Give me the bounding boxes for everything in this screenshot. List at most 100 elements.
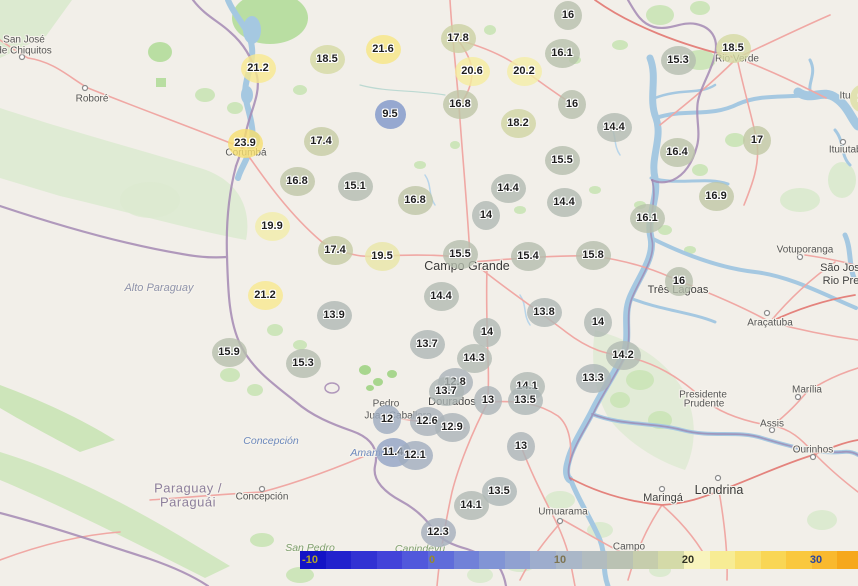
colorbar-segment bbox=[658, 551, 684, 569]
colorbar-segment bbox=[837, 551, 858, 569]
temp-marker[interactable]: 18.5 bbox=[309, 44, 345, 74]
temp-marker[interactable]: 18.2 bbox=[500, 108, 536, 138]
temp-marker[interactable]: 16.8 bbox=[442, 89, 478, 119]
map-label: Itu bbox=[839, 90, 851, 102]
colorbar-tick: 10 bbox=[553, 554, 567, 566]
temp-marker[interactable]: 12 bbox=[373, 404, 401, 434]
temp-marker[interactable]: 13 bbox=[507, 431, 535, 461]
temp-marker[interactable]: 17.8 bbox=[440, 23, 476, 53]
temp-marker[interactable]: 14.4 bbox=[490, 173, 526, 203]
temp-marker[interactable]: 14 bbox=[584, 307, 612, 337]
temperature-colorbar bbox=[300, 551, 858, 569]
colorbar-segment bbox=[376, 551, 403, 569]
temp-marker[interactable]: 16 bbox=[558, 89, 586, 119]
temp-marker[interactable]: 14.2 bbox=[605, 340, 641, 370]
map-label: Ituiutaba bbox=[828, 144, 858, 156]
temp-marker[interactable]: 17.4 bbox=[317, 235, 353, 265]
temp-marker[interactable]: 12.3 bbox=[420, 517, 456, 547]
colorbar-tick: 0 bbox=[428, 554, 436, 566]
map-label: Maringá bbox=[643, 492, 683, 504]
temp-marker[interactable]: 14.4 bbox=[546, 187, 582, 217]
map-label: Roboré bbox=[75, 93, 109, 105]
map-label: Paraguay / bbox=[154, 480, 222, 496]
temp-marker[interactable]: 15.8 bbox=[575, 240, 611, 270]
colorbar-segment bbox=[325, 551, 352, 569]
colorbar-segment bbox=[607, 551, 633, 569]
temp-marker[interactable]: 12.9 bbox=[434, 412, 470, 442]
temp-marker[interactable]: 13.8 bbox=[526, 297, 562, 327]
map-label: Ourinhos bbox=[792, 444, 834, 456]
temp-marker[interactable]: 16.1 bbox=[629, 203, 665, 233]
temp-marker[interactable]: 13.3 bbox=[575, 363, 611, 393]
temp-marker[interactable]: 21.2 bbox=[240, 53, 276, 83]
temp-marker[interactable]: 15.5 bbox=[442, 239, 478, 269]
temp-marker[interactable]: 15.4 bbox=[510, 241, 546, 271]
colorbar-tick: 20 bbox=[681, 554, 695, 566]
colorbar-segment bbox=[479, 551, 505, 569]
map-label: Paraguái bbox=[159, 494, 217, 510]
temp-marker[interactable]: 20.2 bbox=[506, 56, 542, 86]
temp-marker[interactable]: 16.1 bbox=[544, 38, 580, 68]
colorbar-segment bbox=[581, 551, 608, 569]
temp-marker[interactable]: 15.3 bbox=[660, 45, 696, 75]
map-label: Assis bbox=[760, 418, 784, 430]
colorbar-tick: -10 bbox=[302, 554, 318, 566]
temp-marker[interactable]: 23.9 bbox=[227, 128, 263, 158]
map-label: Rio Pre bbox=[822, 275, 858, 287]
temp-marker[interactable]: 13.7 bbox=[409, 329, 445, 359]
colorbar-segment bbox=[530, 551, 556, 569]
temp-marker[interactable]: 16.4 bbox=[659, 137, 695, 167]
temp-marker[interactable]: 15.3 bbox=[285, 348, 321, 378]
temp-marker[interactable]: 14 bbox=[472, 200, 500, 230]
temp-marker[interactable]: 9.5 bbox=[374, 99, 406, 129]
temp-marker[interactable]: 19.9 bbox=[254, 211, 290, 241]
temp-marker[interactable]: 16.9 bbox=[698, 181, 734, 211]
colorbar-segment bbox=[453, 551, 480, 569]
map-label: Alto Paraguay bbox=[124, 282, 194, 294]
colorbar-segment bbox=[709, 551, 736, 569]
temp-marker[interactable]: 14.4 bbox=[423, 281, 459, 311]
temp-marker[interactable]: 17 bbox=[743, 125, 771, 155]
temp-marker[interactable]: 13.7 bbox=[428, 376, 464, 406]
map-label: Concepción bbox=[235, 491, 289, 503]
temp-marker[interactable]: 16.8 bbox=[397, 185, 433, 215]
temp-marker[interactable]: 17.4 bbox=[303, 126, 339, 156]
colorbar-segment bbox=[402, 551, 428, 569]
colorbar-tick: 30 bbox=[809, 554, 823, 566]
temp-marker[interactable]: 13 bbox=[474, 385, 502, 415]
map-label: Prudente bbox=[683, 398, 725, 410]
temp-marker[interactable]: 14.4 bbox=[596, 112, 632, 142]
map-label: Araçatuba bbox=[747, 317, 793, 329]
map-canvas[interactable]: San Joséde ChiquitosRoboréCorumbáAlto Pa… bbox=[0, 0, 858, 586]
map-label: de Chiquitos bbox=[0, 45, 52, 57]
map-label: Londrina bbox=[694, 483, 744, 497]
colorbar-segment bbox=[786, 551, 812, 569]
map-label: Votuporanga bbox=[776, 244, 834, 256]
temp-marker[interactable]: 13.9 bbox=[316, 300, 352, 330]
temp-marker[interactable]: 21.2 bbox=[247, 280, 283, 310]
temp-marker[interactable]: 18.5 bbox=[715, 33, 751, 63]
map-label: Marília bbox=[791, 384, 823, 396]
temp-marker[interactable]: 13.5 bbox=[507, 385, 543, 415]
temp-marker[interactable]: 14.1 bbox=[453, 490, 489, 520]
temp-marker[interactable]: 15.1 bbox=[337, 171, 373, 201]
colorbar-segment bbox=[632, 551, 659, 569]
temp-marker[interactable]: 19.5 bbox=[364, 241, 400, 271]
temp-marker[interactable]: 16 bbox=[554, 0, 582, 30]
map-label: Umuarama bbox=[538, 506, 588, 518]
temp-marker[interactable]: 16.8 bbox=[279, 166, 315, 196]
temp-marker[interactable]: 15.5 bbox=[544, 145, 580, 175]
temp-marker[interactable]: 12.1 bbox=[397, 440, 433, 470]
colorbar-segment bbox=[760, 551, 787, 569]
colorbar-segment bbox=[735, 551, 761, 569]
map-label: San José bbox=[3, 34, 45, 46]
temp-marker[interactable]: 15.9 bbox=[211, 337, 247, 367]
temp-marker[interactable]: 14 bbox=[473, 317, 501, 347]
map-label: São José bbox=[820, 262, 858, 274]
temp-marker[interactable]: 20.6 bbox=[454, 56, 490, 86]
colorbar-segment bbox=[351, 551, 377, 569]
map-label: Concepción bbox=[243, 435, 299, 447]
temp-marker[interactable]: 21.6 bbox=[365, 34, 401, 64]
colorbar-segment bbox=[504, 551, 531, 569]
temp-marker[interactable]: 16 bbox=[665, 266, 693, 296]
